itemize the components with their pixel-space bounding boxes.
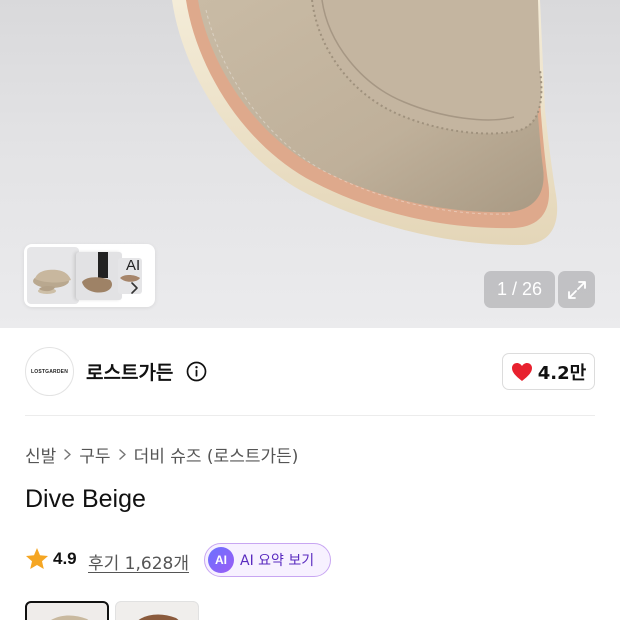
heart-icon xyxy=(511,362,532,381)
image-page-counter: 1 / 26 xyxy=(484,271,555,308)
breadcrumb: 신발 구두 더비 슈즈 (로스트가든) xyxy=(25,442,298,467)
thumbnail-2[interactable] xyxy=(76,252,122,300)
info-icon[interactable] xyxy=(186,361,207,382)
rating-value: 4.9 xyxy=(53,549,77,568)
brand-name[interactable]: 로스트가든 xyxy=(86,358,173,385)
color-option-selected[interactable] xyxy=(25,601,109,620)
color-option[interactable] xyxy=(115,601,199,620)
brand-logo-text: LOSTGARDEN xyxy=(31,368,68,375)
chevron-right-icon xyxy=(118,448,127,461)
product-title: Dive Beige xyxy=(25,485,146,513)
thumbnail-strip[interactable] xyxy=(24,244,155,307)
chevron-right-icon[interactable] xyxy=(130,281,140,295)
breadcrumb-item-dress-shoes[interactable]: 구두 xyxy=(79,442,110,467)
chevron-right-icon xyxy=(63,448,72,461)
ai-summary-button[interactable]: AI AI 요약 보기 xyxy=(204,543,331,577)
star-icon xyxy=(26,548,48,569)
like-count: 4.2만 xyxy=(537,362,587,384)
product-image-gallery[interactable]: AI 1 / 26 xyxy=(0,0,620,328)
thumbnail-1[interactable] xyxy=(27,247,79,304)
breadcrumb-item-derby-shoes[interactable]: 더비 슈즈 (로스트가든) xyxy=(134,442,299,467)
thumbnail-ai-label[interactable]: AI xyxy=(126,257,140,274)
fullscreen-button[interactable] xyxy=(558,271,595,308)
expand-icon xyxy=(567,280,586,299)
brand-logo[interactable]: LOSTGARDEN xyxy=(25,347,74,396)
ai-badge-icon: AI xyxy=(208,547,234,573)
reviews-link[interactable]: 후기 1,628개 xyxy=(88,549,189,574)
ai-summary-label: AI 요약 보기 xyxy=(240,553,315,569)
breadcrumb-item-shoes[interactable]: 신발 xyxy=(25,442,56,467)
divider xyxy=(25,415,595,416)
like-button[interactable]: 4.2만 xyxy=(502,353,595,390)
